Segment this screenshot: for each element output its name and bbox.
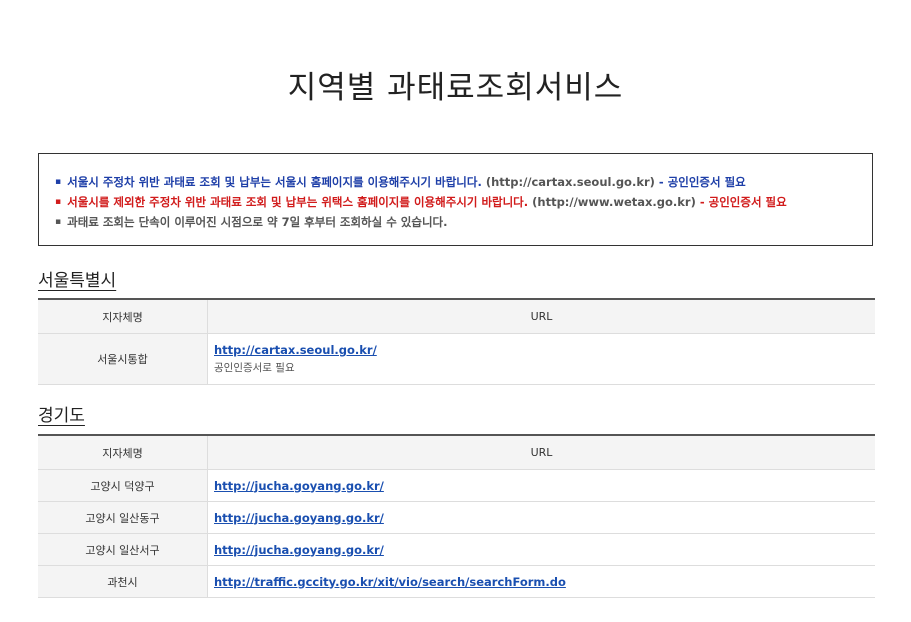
table-row: 과천시 http://traffic.gccity.go.kr/xit/vio/… <box>38 565 875 598</box>
notice-wetax-sep: - <box>695 195 709 209</box>
page-title: 지역별 과태료조회서비스 <box>287 70 624 106</box>
notice-wetax-url: (http://www.wetax.go.kr) <box>532 195 696 209</box>
gyeonggi-table: 지자체명 URL 고양시 덕양구 http://jucha.goyang.go.… <box>38 434 875 598</box>
region-url-cell: http://traffic.gccity.go.kr/xit/vio/sear… <box>207 565 875 598</box>
section-title-seoul: 서울특별시 <box>38 271 117 291</box>
region-url-link[interactable]: http://traffic.gccity.go.kr/xit/vio/sear… <box>214 575 566 589</box>
notice-timing: ▪ 과태료 조회는 단속이 이루어진 시점으로 약 7일 후부터 조회하실 수 … <box>55 212 872 232</box>
region-name: 고양시 덕양구 <box>38 469 208 502</box>
table-row: 서울시통합 http://cartax.seoul.go.kr/ 공인인증서로 … <box>38 333 875 385</box>
region-name: 고양시 일산동구 <box>38 501 208 534</box>
bullet-icon: ▪ <box>55 197 62 207</box>
notice-box: ▪ 서울시 주정차 위반 과태료 조회 및 납부는 서울시 홈페이지를 이용해주… <box>38 153 873 246</box>
region-url-link[interactable]: http://jucha.goyang.go.kr/ <box>214 543 384 557</box>
region-name: 고양시 일산서구 <box>38 533 208 566</box>
notice-wetax: ▪ 서울시를 제외한 주정차 위반 과태료 조회 및 납부는 위택스 홈페이지를… <box>55 192 872 212</box>
region-note: 공인인증서로 필요 <box>214 362 295 374</box>
notice-timing-text: 과태료 조회는 단속이 이루어진 시점으로 약 7일 후부터 조회하실 수 있습… <box>67 215 448 229</box>
region-url-link[interactable]: http://jucha.goyang.go.kr/ <box>214 479 384 493</box>
notice-seoul-tail: 공인인증서 필요 <box>667 175 746 189</box>
region-name: 과천시 <box>38 565 208 598</box>
table-row: 고양시 일산동구 http://jucha.goyang.go.kr/ <box>38 501 875 534</box>
table-header-row: 지자체명 URL <box>38 435 875 470</box>
header-name: 지자체명 <box>38 299 208 334</box>
region-url-cell: http://jucha.goyang.go.kr/ <box>207 501 875 534</box>
page-content: 지역별 과태료조회서비스 ▪ 서울시 주정차 위반 과태료 조회 및 납부는 서… <box>0 0 911 598</box>
region-url-cell: http://jucha.goyang.go.kr/ <box>207 469 875 502</box>
notice-seoul-url: (http://cartax.seoul.go.kr) <box>485 175 655 189</box>
region-url-cell: http://jucha.goyang.go.kr/ <box>207 533 875 566</box>
region-url-cell: http://cartax.seoul.go.kr/ 공인인증서로 필요 <box>207 333 875 385</box>
bullet-icon: ▪ <box>55 177 62 187</box>
notice-wetax-tail: 공인인증서 필요 <box>708 195 787 209</box>
table-header-row: 지자체명 URL <box>38 299 875 334</box>
table-row: 고양시 일산서구 http://jucha.goyang.go.kr/ <box>38 533 875 566</box>
header-name: 지자체명 <box>38 435 208 470</box>
notice-seoul-text: 서울시 주정차 위반 과태료 조회 및 납부는 서울시 홈페이지를 이용해주시기… <box>67 175 482 189</box>
seoul-table: 지자체명 URL 서울시통합 http://cartax.seoul.go.kr… <box>38 298 875 385</box>
notice-seoul: ▪ 서울시 주정차 위반 과태료 조회 및 납부는 서울시 홈페이지를 이용해주… <box>55 172 872 192</box>
region-url-link[interactable]: http://cartax.seoul.go.kr/ <box>214 343 377 357</box>
section-title-gyeonggi: 경기도 <box>38 406 85 426</box>
region-url-link[interactable]: http://jucha.goyang.go.kr/ <box>214 511 384 525</box>
notice-wetax-text: 서울시를 제외한 주정차 위반 과태료 조회 및 납부는 위택스 홈페이지를 이… <box>67 195 529 209</box>
header-url: URL <box>207 299 875 334</box>
bullet-icon: ▪ <box>55 217 62 227</box>
region-name: 서울시통합 <box>38 333 208 385</box>
notice-seoul-sep: - <box>654 175 668 189</box>
header-url: URL <box>207 435 875 470</box>
table-row: 고양시 덕양구 http://jucha.goyang.go.kr/ <box>38 469 875 502</box>
